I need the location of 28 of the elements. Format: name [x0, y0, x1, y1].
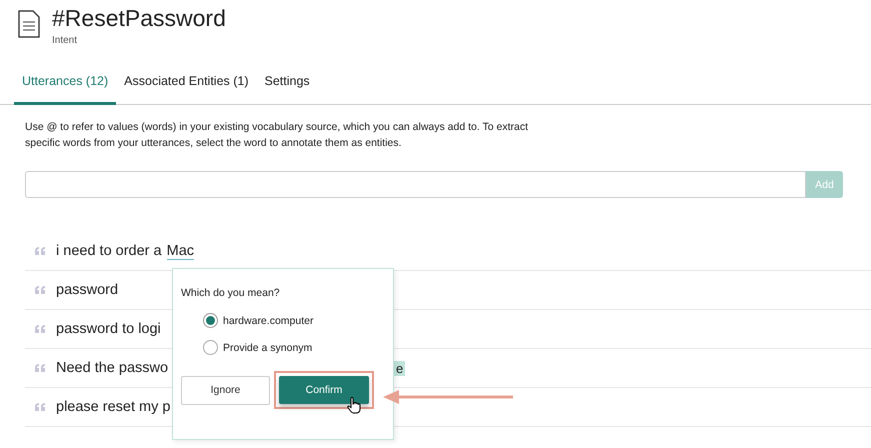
quote-icon: [35, 364, 46, 372]
quote-icon: [35, 286, 46, 294]
popover-question: Which do you mean?: [181, 287, 281, 299]
quote-icon: [35, 403, 46, 411]
entity-tag[interactable]: e: [394, 360, 406, 376]
utterance-text[interactable]: password: [56, 282, 118, 298]
tab[interactable]: Associated Entities (1): [116, 62, 257, 105]
quote-icon: [35, 325, 46, 333]
utterance-text[interactable]: i need to order a: [56, 243, 162, 259]
tab[interactable]: Settings: [256, 62, 318, 105]
confirm-button[interactable]: Confirm: [279, 376, 369, 404]
utterance-text[interactable]: please reset my p: [56, 399, 170, 415]
option-label[interactable]: Provide a synonym: [223, 342, 312, 354]
intent-label: Intent: [52, 35, 78, 46]
utterance-text[interactable]: Need the passwo: [56, 360, 168, 376]
radio-button[interactable]: [203, 340, 218, 355]
utterance-text[interactable]: password to logi: [56, 321, 161, 337]
intent-title: #ResetPassword: [52, 4, 226, 32]
hand-cursor-icon: [347, 397, 361, 414]
annotated-word[interactable]: Mac: [166, 242, 194, 260]
radio-button[interactable]: [203, 313, 218, 328]
help-text: Use @ to refer to values (words) in your existing vocabulary source, which you can always add to. To extract specific words from your utterances, select the word to annotate them as entities.: [25, 120, 530, 151]
tab[interactable]: Utterances (12): [14, 62, 116, 105]
document-icon: [18, 10, 40, 38]
option-label[interactable]: hardware.computer: [223, 314, 314, 326]
utterance-input[interactable]: [25, 171, 806, 198]
quote-icon: [35, 247, 46, 255]
ignore-button[interactable]: Ignore: [181, 376, 270, 404]
